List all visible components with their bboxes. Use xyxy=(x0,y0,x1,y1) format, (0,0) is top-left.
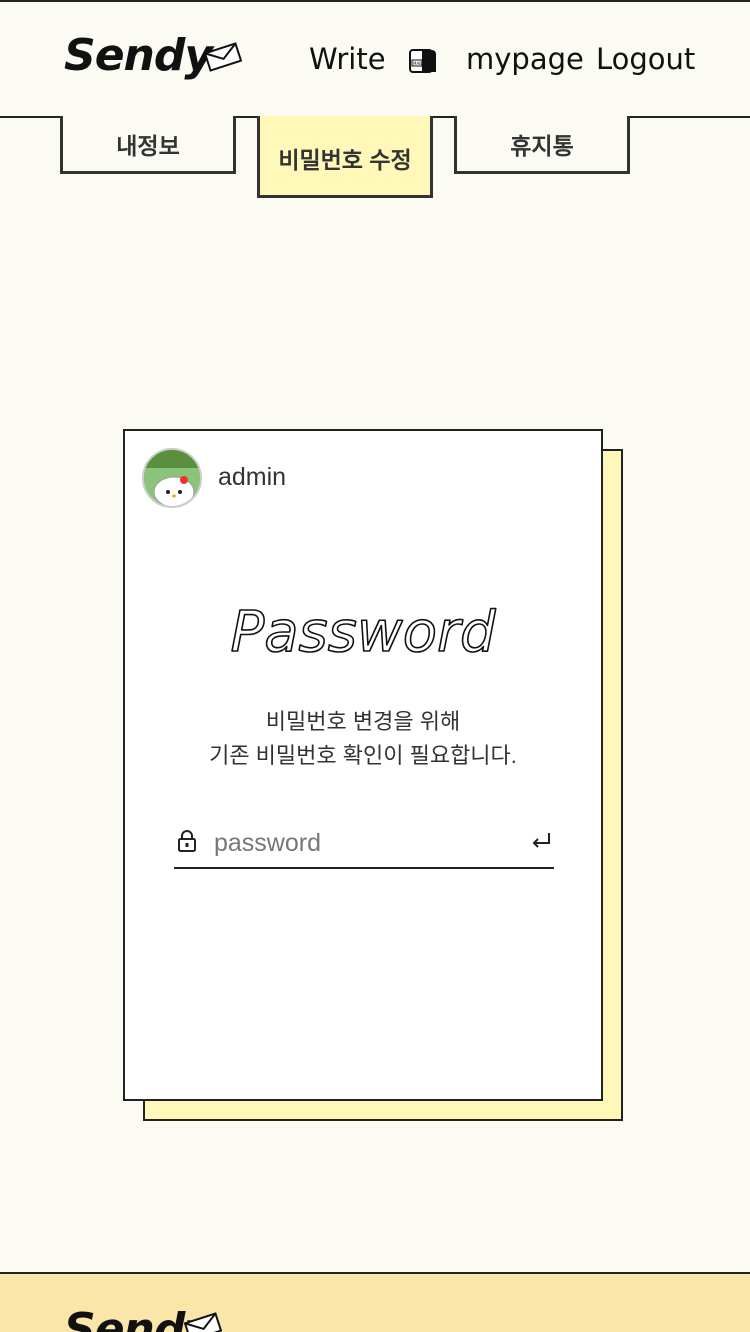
description-line-1: 비밀번호 변경을 위해 xyxy=(265,709,461,734)
envelope-icon xyxy=(184,1312,222,1332)
enter-icon[interactable] xyxy=(530,831,552,851)
password-title: Password xyxy=(125,589,601,674)
tab-my-info[interactable]: 내정보 xyxy=(60,116,236,174)
lock-icon xyxy=(178,830,196,852)
avatar-image xyxy=(144,450,200,506)
nav-write[interactable]: Write xyxy=(309,42,386,76)
username: admin xyxy=(218,463,287,491)
footer: Sendy xyxy=(0,1272,750,1332)
password-description: 비밀번호 변경을 위해 기존 비밀번호 확인이 필요합니다. xyxy=(125,705,601,773)
description-line-2: 기존 비밀번호 확인이 필요합니다. xyxy=(209,743,517,768)
password-card: admin Password 비밀번호 변경을 위해 기존 비밀번호 확인이 필… xyxy=(123,429,603,1101)
tab-change-password[interactable]: 비밀번호 수정 xyxy=(257,116,433,198)
password-title-text: Password xyxy=(230,600,496,665)
avatar xyxy=(142,448,202,508)
password-input[interactable] xyxy=(214,823,514,863)
envelope-icon xyxy=(204,42,242,72)
mailbox-icon[interactable]: MAIL xyxy=(408,46,438,74)
nav-mypage[interactable]: mypage xyxy=(466,42,584,76)
nav-logout[interactable]: Logout xyxy=(596,42,695,76)
logo-text[interactable]: Sendy xyxy=(64,30,213,81)
tab-trash[interactable]: 휴지통 xyxy=(454,116,630,174)
top-header: Sendy Write MAIL mypage Logout xyxy=(0,0,750,118)
svg-text:MAIL: MAIL xyxy=(413,61,423,66)
password-field xyxy=(174,821,554,869)
